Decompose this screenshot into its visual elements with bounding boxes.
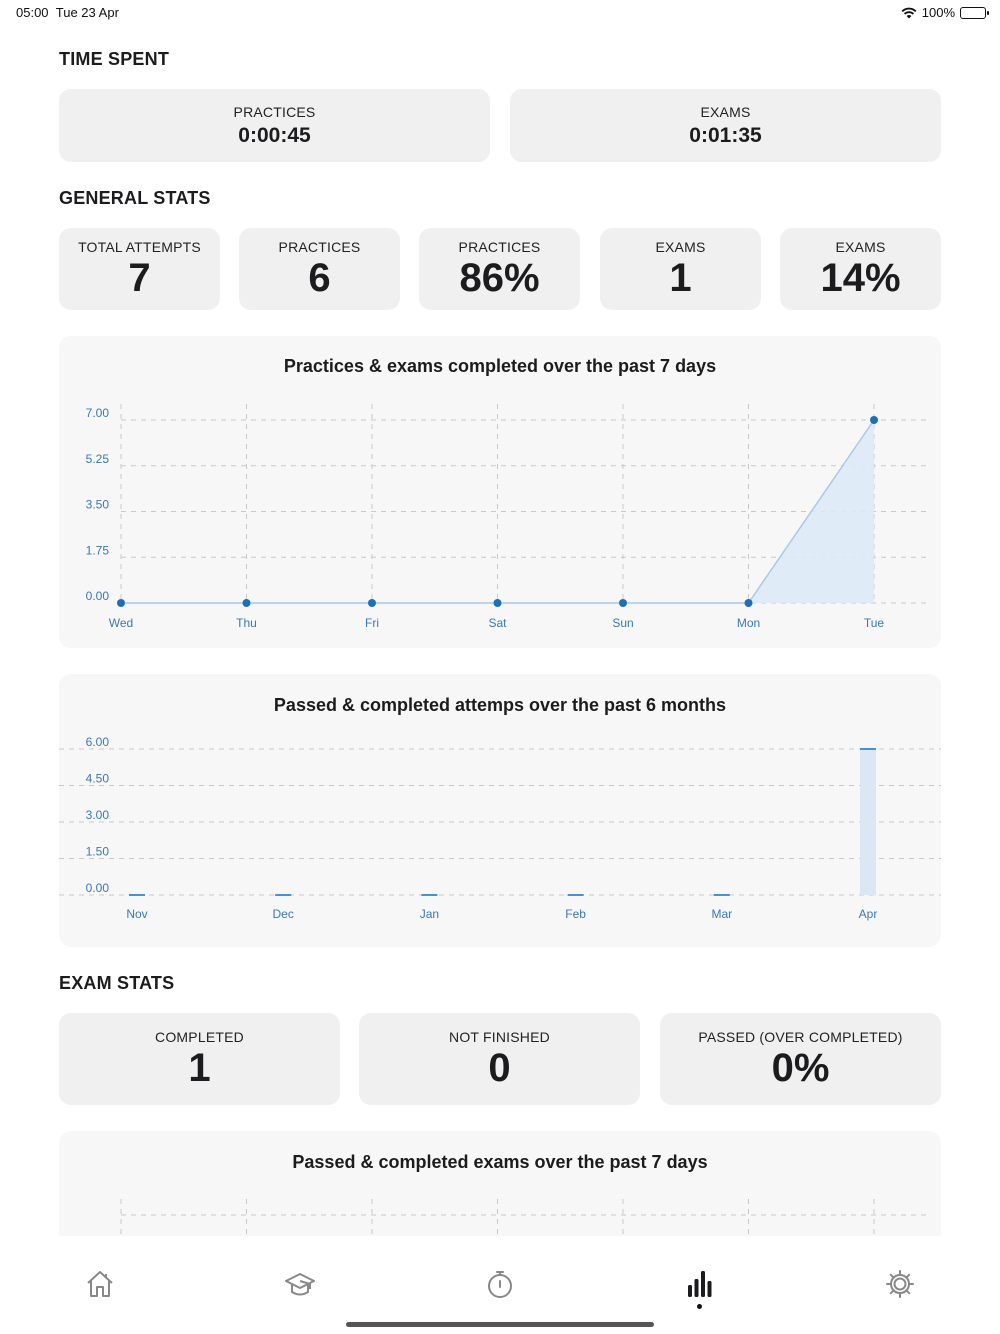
tab-timer[interactable]: [480, 1264, 520, 1304]
tab-bar: [0, 1236, 1000, 1334]
x-tick-label: Jan: [420, 907, 439, 921]
tab-home[interactable]: [80, 1264, 120, 1304]
tab-settings[interactable]: [880, 1264, 920, 1304]
practices-count-card: PRACTICES 6: [239, 228, 400, 310]
data-point: [619, 599, 627, 607]
card-value: 6: [308, 256, 331, 300]
card-label: COMPLETED: [155, 1029, 244, 1045]
card-label: PRACTICES: [233, 103, 316, 120]
y-tick-label: 1.50: [86, 845, 110, 859]
card-value: 0: [488, 1046, 511, 1090]
x-tick-label: Feb: [565, 907, 586, 921]
bar: [860, 749, 876, 895]
data-point: [368, 599, 376, 607]
y-tick-label: 0.00: [86, 881, 110, 895]
card-value: 1: [669, 256, 692, 300]
x-tick-label: Sun: [612, 616, 633, 630]
y-tick-label: 0.00: [86, 589, 110, 603]
card-value: 86%: [459, 256, 540, 300]
monthly-attempts-plot: 0.00 1.50 3.00 4.50 6.00 Nov Dec Jan Feb Mar Apr: [59, 735, 941, 921]
y-tick-label: 3.00: [86, 808, 110, 822]
exams-not-finished-card: NOT FINISHED 0: [359, 1013, 640, 1105]
exams-count-card: EXAMS 1: [600, 228, 761, 310]
stats-scroll-view[interactable]: TIME SPENT PRACTICES 0:00:45 EXAMS 0:01:…: [0, 0, 1000, 1236]
exam-stats-title: EXAM STATS: [59, 973, 175, 993]
home-icon: [87, 1271, 113, 1297]
general-stats-title: GENERAL STATS: [59, 188, 211, 208]
y-tick-label: 1.75: [86, 543, 110, 557]
card-label: PRACTICES: [278, 239, 361, 255]
weekly-activity-plot: 0.00 1.75 3.50 5.25 7.00 Wed Thu Fri Sat Sun Mon Tu…: [86, 404, 931, 630]
x-tick-label: Nov: [126, 907, 147, 921]
data-point: [242, 599, 251, 607]
time-exams-card: EXAMS 0:01:35: [510, 89, 941, 162]
card-label: NOT FINISHED: [449, 1029, 550, 1045]
card-value: 0:01:35: [689, 123, 762, 147]
home-indicator: [346, 1322, 654, 1327]
weekly-activity-chart: Practices & exams completed over the pas…: [59, 336, 941, 648]
bar-chart-icon: [688, 1271, 712, 1297]
exams-percent-card: EXAMS 14%: [780, 228, 941, 310]
time-spent-title: TIME SPENT: [59, 49, 170, 69]
graduation-cap-icon: [285, 1273, 315, 1296]
weekly-exams-chart: Passed & completed exams over the past 7…: [59, 1131, 941, 1236]
x-tick-label: Mon: [737, 616, 760, 630]
data-point: [744, 599, 753, 607]
card-label: PASSED (OVER COMPLETED): [698, 1029, 903, 1045]
x-tick-label: Sat: [488, 616, 507, 630]
monthly-attempts-chart: Passed & completed attemps over the past…: [59, 674, 941, 947]
x-tick-label: Wed: [109, 616, 133, 630]
card-label: PRACTICES: [458, 239, 541, 255]
data-point: [493, 599, 502, 607]
y-tick-label: 7.00: [86, 406, 110, 420]
card-value: 7: [128, 256, 151, 300]
x-tick-label: Fri: [365, 616, 379, 630]
stopwatch-icon: [488, 1271, 512, 1298]
y-tick-label: 4.50: [86, 772, 110, 786]
tab-learn[interactable]: [280, 1264, 320, 1304]
y-tick-label: 5.25: [86, 452, 110, 466]
active-tab-indicator: [697, 1304, 702, 1309]
practices-percent-card: PRACTICES 86%: [419, 228, 580, 310]
card-value: 0%: [771, 1046, 830, 1090]
exams-completed-card: COMPLETED 1: [59, 1013, 340, 1105]
data-point: [870, 416, 878, 424]
data-point: [117, 599, 125, 607]
x-tick-label: Apr: [859, 907, 878, 921]
y-tick-label: 3.50: [86, 498, 110, 512]
card-label: EXAMS: [700, 103, 751, 120]
x-tick-label: Mar: [711, 907, 732, 921]
x-tick-label: Thu: [236, 616, 257, 630]
card-label: EXAMS: [655, 239, 706, 255]
gear-icon: [886, 1270, 914, 1298]
total-attempts-card: TOTAL ATTEMPTS 7: [59, 228, 220, 310]
card-label: EXAMS: [835, 239, 886, 255]
card-label: TOTAL ATTEMPTS: [78, 239, 201, 255]
y-tick-label: 6.00: [86, 735, 110, 749]
weekly-exams-plot: [120, 1199, 931, 1236]
time-practices-card: PRACTICES 0:00:45: [59, 89, 490, 162]
card-value: 0:00:45: [238, 123, 311, 147]
card-value: 1: [188, 1046, 211, 1090]
exams-passed-card: PASSED (OVER COMPLETED) 0%: [660, 1013, 941, 1105]
card-value: 14%: [820, 256, 901, 300]
x-tick-label: Dec: [273, 907, 294, 921]
tab-stats[interactable]: [680, 1264, 720, 1304]
x-tick-label: Tue: [864, 616, 885, 630]
